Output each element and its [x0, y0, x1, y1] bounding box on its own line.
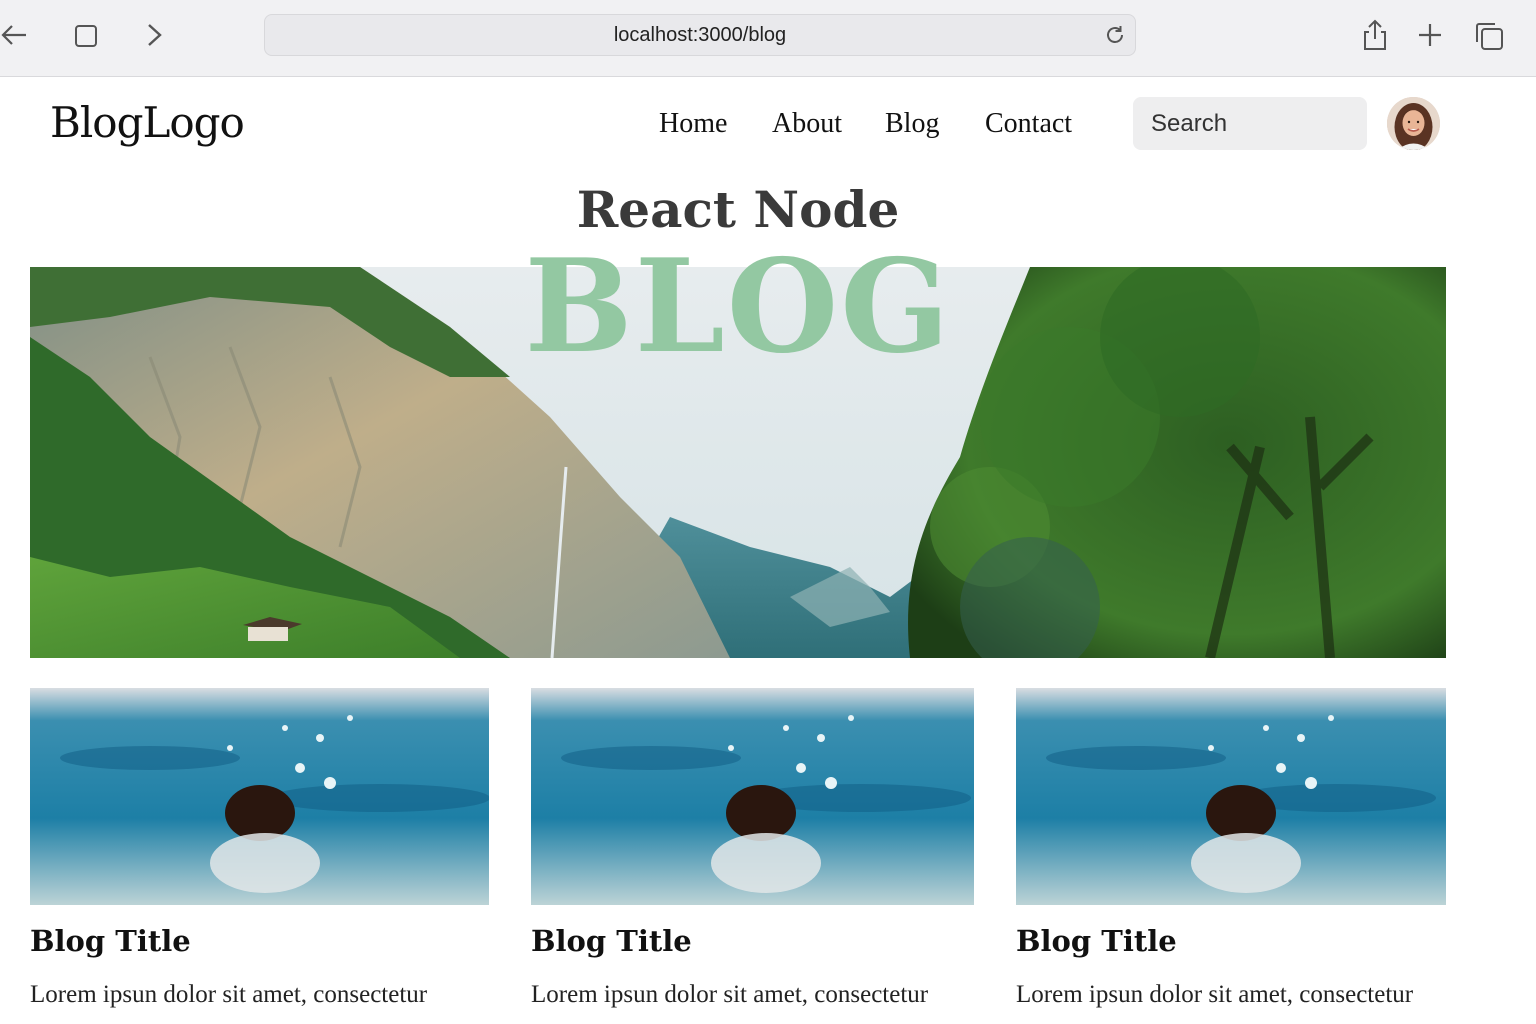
nav-home[interactable]: Home — [659, 108, 727, 140]
new-tab-plus-icon[interactable] — [1415, 20, 1445, 50]
blog-card-image[interactable] — [30, 688, 489, 905]
blog-card-image[interactable] — [1016, 688, 1446, 905]
blog-card-title[interactable]: Blog Title — [1016, 924, 1177, 958]
site-logo[interactable]: BlogLogo — [50, 98, 245, 147]
nav-blog[interactable]: Blog — [885, 108, 939, 140]
blog-card-image[interactable] — [531, 688, 974, 905]
tabs-overview-icon[interactable] — [1472, 20, 1506, 52]
search-input[interactable] — [1133, 97, 1367, 150]
blog-card-excerpt: Lorem ipsun dolor sit amet, consectetur — [1016, 981, 1414, 1008]
share-icon[interactable] — [1360, 18, 1390, 52]
forward-chevron-icon[interactable] — [140, 20, 168, 50]
blog-card-title[interactable]: Blog Title — [30, 924, 191, 958]
back-arrow-icon[interactable] — [0, 20, 30, 50]
user-avatar[interactable] — [1387, 97, 1440, 150]
address-bar[interactable]: localhost:3000/blog — [264, 14, 1136, 56]
hero-subtitle: React Node — [576, 180, 900, 239]
blog-card-title[interactable]: Blog Title — [531, 924, 692, 958]
blog-card-excerpt: Lorem ipsun dolor sit amet, consectetur — [30, 981, 428, 1008]
hero-title: BLOG — [524, 232, 952, 382]
nav-about[interactable]: About — [772, 108, 842, 140]
browser-toolbar: localhost:3000/blog — [0, 0, 1536, 77]
url-text[interactable]: localhost:3000/blog — [265, 15, 1135, 55]
blog-card-excerpt: Lorem ipsun dolor sit amet, consectetur — [531, 981, 929, 1008]
sidebar-square-icon[interactable] — [72, 22, 100, 50]
reload-icon[interactable] — [1103, 23, 1127, 47]
nav-contact[interactable]: Contact — [985, 108, 1072, 140]
